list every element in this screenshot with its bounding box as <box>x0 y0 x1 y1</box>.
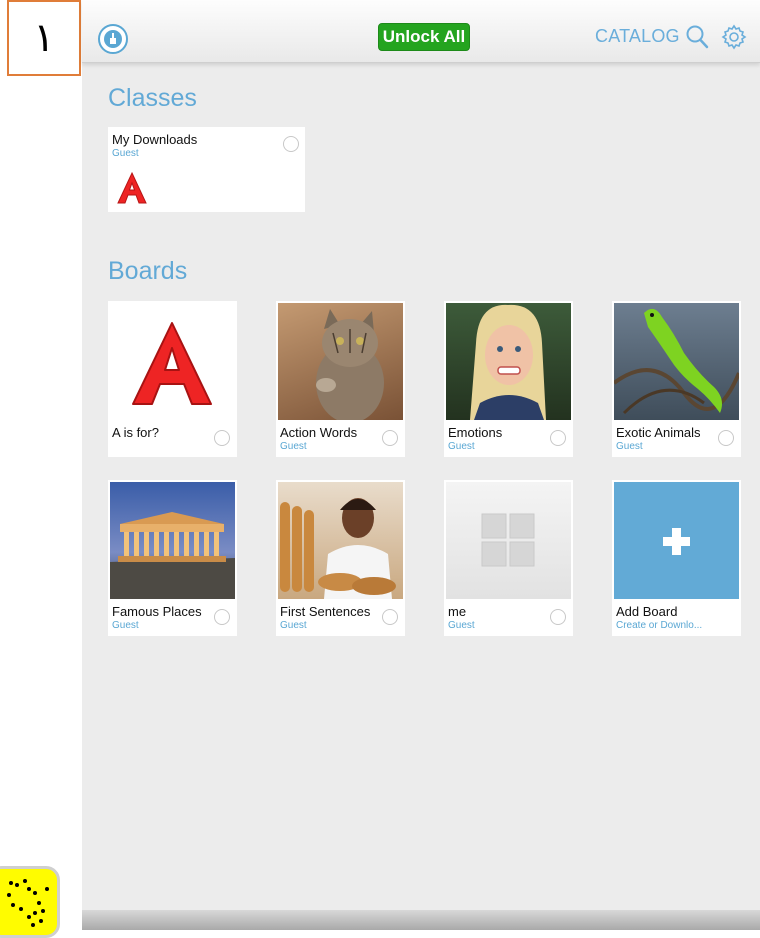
board-thumbnail <box>110 303 235 420</box>
baker-photo-icon <box>280 498 396 599</box>
board-name: A is for? <box>112 425 159 440</box>
girl-photo-icon <box>470 304 546 420</box>
letter-a-icon <box>132 322 212 405</box>
board-thumbnail <box>614 303 739 420</box>
board-card[interactable]: me Guest <box>444 480 573 636</box>
board-name: me <box>448 604 467 619</box>
board-card[interactable]: Exotic Animals Guest <box>612 301 741 457</box>
board-select-radio[interactable] <box>550 430 566 446</box>
bottom-bar <box>82 910 760 930</box>
parthenon-photo-icon <box>110 512 235 599</box>
board-name: Exotic Animals <box>616 425 701 440</box>
gear-icon[interactable] <box>721 24 747 50</box>
board-thumbnail <box>278 482 403 599</box>
board-thumbnail <box>446 303 571 420</box>
add-board-label: Add Board <box>616 604 678 619</box>
left-strip: ١ <box>0 0 82 938</box>
board-select-radio[interactable] <box>214 609 230 625</box>
letter-a-icon <box>117 171 147 204</box>
board-card[interactable]: Action Words Guest <box>276 301 405 457</box>
board-card[interactable]: A is for? <box>108 301 237 457</box>
board-name: Action Words <box>280 425 358 440</box>
board-owner: Guest <box>448 441 475 452</box>
class-owner: Guest <box>112 148 139 159</box>
unlock-all-button[interactable]: Unlock All <box>378 23 470 51</box>
board-select-radio[interactable] <box>382 430 398 446</box>
board-card[interactable]: Emotions Guest <box>444 301 573 457</box>
top-toolbar: Unlock All CATALOG <box>82 0 760 63</box>
page-marker: ١ <box>7 0 81 76</box>
home-logo-icon[interactable] <box>98 24 128 54</box>
add-board-sublabel: Create or Downlo... <box>616 620 703 631</box>
add-board-thumbnail <box>614 482 739 599</box>
board-thumbnail <box>446 482 571 599</box>
board-owner: Guest <box>280 441 307 452</box>
class-card[interactable]: My Downloads Guest <box>108 127 305 212</box>
board-owner: Guest <box>616 441 643 452</box>
class-select-radio[interactable] <box>283 136 299 152</box>
board-owner: Guest <box>280 620 307 631</box>
add-board-card[interactable]: Add Board Create or Downlo... <box>612 480 741 636</box>
snapcode-dots <box>7 879 49 927</box>
board-select-radio[interactable] <box>718 430 734 446</box>
snapcode-icon[interactable] <box>0 866 60 938</box>
board-select-radio[interactable] <box>382 609 398 625</box>
board-name: Emotions <box>448 425 503 440</box>
catalog-link[interactable]: CATALOG <box>595 26 680 47</box>
board-card[interactable]: First Sentences Guest <box>276 480 405 636</box>
boards-heading: Boards <box>108 257 188 285</box>
board-owner: Guest <box>112 620 139 631</box>
plus-icon <box>663 528 690 555</box>
board-select-radio[interactable] <box>550 609 566 625</box>
hand-pointer-icon <box>104 30 122 48</box>
class-name: My Downloads <box>112 132 198 147</box>
board-thumbnail <box>110 482 235 599</box>
board-thumbnail <box>278 303 403 420</box>
board-name: First Sentences <box>280 604 371 619</box>
board-name: Famous Places <box>112 604 202 619</box>
board-card[interactable]: Famous Places Guest <box>108 480 237 636</box>
board-select-radio[interactable] <box>214 430 230 446</box>
classes-heading: Classes <box>108 84 197 112</box>
board-owner: Guest <box>448 620 475 631</box>
search-icon[interactable] <box>685 24 709 50</box>
app-window: Unlock All CATALOG Classes My Downloads … <box>82 0 760 930</box>
cat-photo-icon <box>316 309 384 420</box>
grid-placeholder-icon <box>481 513 535 567</box>
lizard-photo-icon <box>614 308 739 415</box>
